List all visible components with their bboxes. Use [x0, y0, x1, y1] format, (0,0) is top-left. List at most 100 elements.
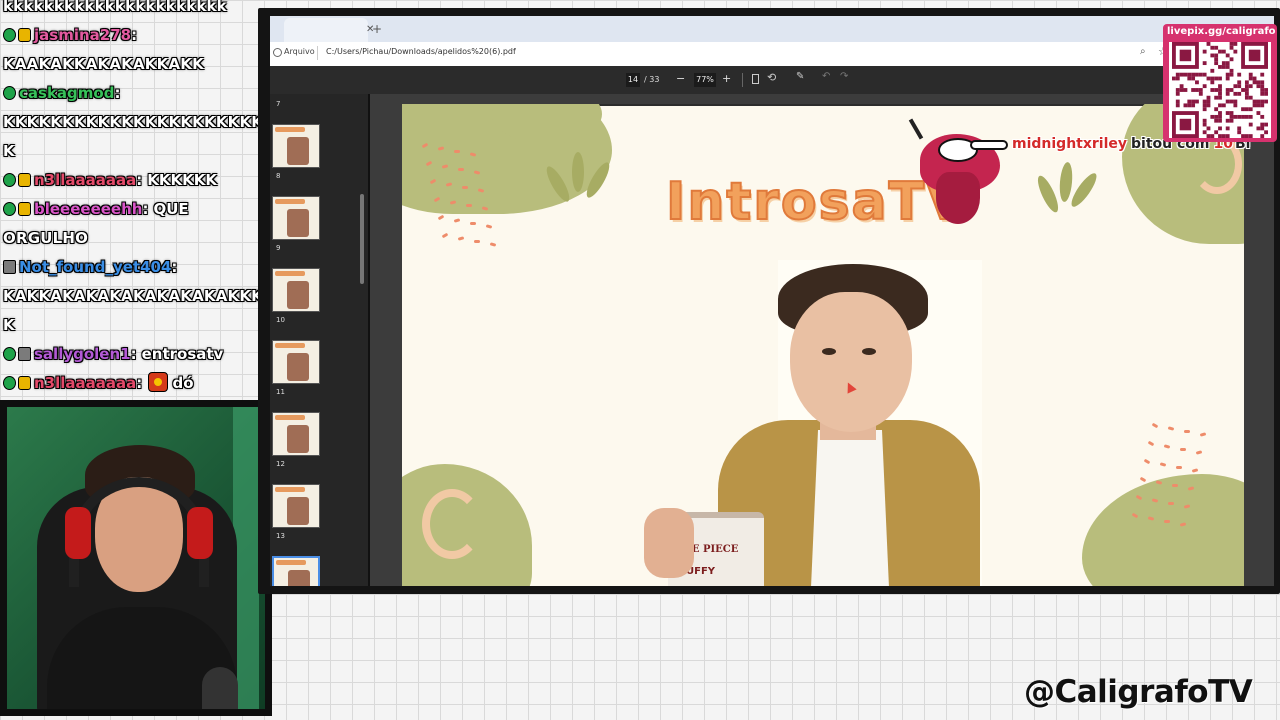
- page-thumbnail[interactable]: [272, 556, 320, 586]
- chat-message: Not_found_yet404:: [3, 254, 177, 280]
- chat-message-continuation: K: [3, 312, 15, 338]
- chat-overlay: kkkkkkkkkkkkkkkkkkkkkk jasmina278: KAAKAKK…: [0, 0, 262, 400]
- chat-message-continuation: KAAKAKKAKAKAKKAKK: [3, 51, 204, 77]
- pdf-toolbar: 14 / 33 − 77% + ⟲ ✎ ↶ ↷: [270, 66, 1274, 94]
- webcam-feed: [0, 400, 272, 716]
- chat-message-continuation: kkkkkkkkkkkkkkkkkkkkkk: [3, 0, 227, 19]
- alert-username: midnightxriley: [1012, 136, 1128, 152]
- chat-message: jasmina278:: [3, 22, 137, 48]
- thumbnail-page-number: 7: [276, 100, 281, 108]
- thumbnail-page-number: 12: [276, 460, 285, 468]
- chat-separator: :: [136, 374, 143, 392]
- thumbnail-sidebar: 7 8 9 10 11 12 13: [270, 94, 368, 586]
- browser-window: ✕ + Arquivo C:/Users/Pichau/Downloads/ap…: [258, 8, 1280, 594]
- pdf-viewer: 7 8 9 10 11 12 13 IntrosaTV ONE PIECE LU…: [270, 94, 1274, 586]
- chat-username[interactable]: bleeeeeeehh: [34, 200, 142, 218]
- sub-badge-icon: [18, 202, 31, 216]
- undo-icon[interactable]: ↶: [822, 71, 830, 82]
- chat-message: sallygolen1: entrosatv: [3, 341, 223, 367]
- page-thumbnail[interactable]: [272, 340, 320, 384]
- fit-page-icon[interactable]: [752, 74, 759, 84]
- chat-text: ORGULHO: [3, 229, 89, 247]
- chat-message-continuation: KKKKKKKKKKKKKKKKKKKKKKKKK: [3, 109, 262, 135]
- microphone-icon: [202, 667, 238, 709]
- thumbnail-page-number: 9: [276, 244, 281, 252]
- mod-badge-icon: [3, 202, 16, 216]
- vip-badge-icon: [18, 347, 31, 361]
- sub-badge-icon: [18, 376, 31, 390]
- thumbnail-page-number: 8: [276, 172, 281, 180]
- chat-message: n3llaaaaaaa: dó: [3, 370, 194, 396]
- thumbnail-page-number: 13: [276, 532, 285, 540]
- redo-icon[interactable]: ↷: [840, 71, 848, 82]
- person-photo: ONE PIECE LUFFY: [638, 260, 982, 586]
- thumbnail-page-number: 11: [276, 388, 285, 396]
- page-thumbnail[interactable]: [272, 268, 320, 312]
- page-total: / 33: [644, 75, 660, 84]
- chat-username[interactable]: n3llaaaaaaa: [34, 374, 136, 392]
- chat-message: caskagmod:: [3, 80, 120, 106]
- draw-icon[interactable]: ✎: [796, 71, 804, 82]
- page-thumbnail[interactable]: [272, 124, 320, 168]
- chat-separator: :: [171, 258, 178, 276]
- chat-message-continuation: ORGULHO: [3, 225, 88, 251]
- chat-text: QUE: [153, 200, 189, 218]
- decor-blob: [1082, 474, 1244, 586]
- qr-label: livepix.gg/caligrafo: [1167, 26, 1276, 37]
- qr-panel: livepix.gg/caligrafo: [1163, 24, 1277, 142]
- zoom-input[interactable]: 77%: [694, 73, 716, 87]
- chat-message-continuation: KAKKAKAKAKAKAKAKAKAKKK: [3, 283, 262, 309]
- thumbnail-page-number: 10: [276, 316, 285, 324]
- chat-separator: :: [142, 200, 149, 218]
- mod-badge-icon: [3, 28, 16, 42]
- chat-message: n3llaaaaaaa: KKKKKK: [3, 167, 217, 193]
- vip-badge-icon: [3, 260, 16, 274]
- chat-text: K: [3, 142, 15, 160]
- chat-text: KKKKKK: [147, 171, 218, 189]
- chat-text: entrosatv: [141, 345, 224, 363]
- rotate-icon[interactable]: ⟲: [767, 71, 776, 84]
- mod-badge-icon: [3, 376, 16, 390]
- tab-bar: ✕ +: [270, 16, 1274, 42]
- chat-text: dó: [172, 374, 194, 392]
- chat-separator: :: [136, 171, 143, 189]
- zoom-out-button[interactable]: −: [676, 72, 685, 85]
- sub-badge-icon: [18, 28, 31, 42]
- chat-separator: :: [130, 345, 137, 363]
- chat-text: KAKKAKAKAKAKAKAKAKAKKK: [3, 287, 262, 305]
- chat-separator: :: [114, 84, 121, 102]
- address-bar[interactable]: Arquivo C:/Users/Pichau/Downloads/apelid…: [270, 42, 1274, 66]
- chat-username[interactable]: caskagmod: [19, 84, 114, 102]
- chat-text: K: [3, 316, 15, 334]
- info-icon[interactable]: [273, 48, 282, 57]
- pdf-page: IntrosaTV ONE PIECE LUFFY: [402, 104, 1244, 586]
- thumbnail-scrollbar[interactable]: [360, 194, 364, 284]
- channel-handle: @CaligrafoTV: [1024, 674, 1253, 710]
- page-thumbnail[interactable]: [272, 196, 320, 240]
- emote-icon: [147, 372, 168, 392]
- page-thumbnail[interactable]: [272, 484, 320, 528]
- sub-badge-icon: [18, 173, 31, 187]
- chat-username[interactable]: sallygolen1: [34, 345, 131, 363]
- page-thumbnail[interactable]: [272, 412, 320, 456]
- mod-badge-icon: [3, 347, 16, 361]
- chat-username[interactable]: Not_found_yet404: [19, 258, 171, 276]
- chat-text: kkkkkkkkkkkkkkkkkkkkkk: [3, 0, 227, 15]
- tab-pdf[interactable]: ✕: [284, 18, 374, 42]
- qr-code-icon: [1169, 42, 1271, 138]
- url-text[interactable]: C:/Users/Pichau/Downloads/apelidos%20(6)…: [326, 47, 516, 56]
- chat-username[interactable]: jasmina278: [34, 26, 131, 44]
- chat-separator: :: [131, 26, 138, 44]
- chat-message-continuation: K: [3, 138, 15, 164]
- decor-swirl: [422, 489, 482, 559]
- zoom-icon[interactable]: ⌕: [1140, 46, 1146, 57]
- address-label: Arquivo: [284, 47, 315, 56]
- chat-text: KAAKAKKAKAKAKKAKK: [3, 55, 204, 73]
- chat-username[interactable]: n3llaaaaaaa: [34, 171, 136, 189]
- toolbar-divider: [742, 73, 743, 87]
- page-number-input[interactable]: 14: [626, 73, 640, 87]
- new-tab-icon[interactable]: +: [372, 22, 382, 36]
- zoom-in-button[interactable]: +: [722, 72, 731, 85]
- address-divider: [317, 46, 318, 60]
- chat-message: bleeeeeeehh: QUE: [3, 196, 189, 222]
